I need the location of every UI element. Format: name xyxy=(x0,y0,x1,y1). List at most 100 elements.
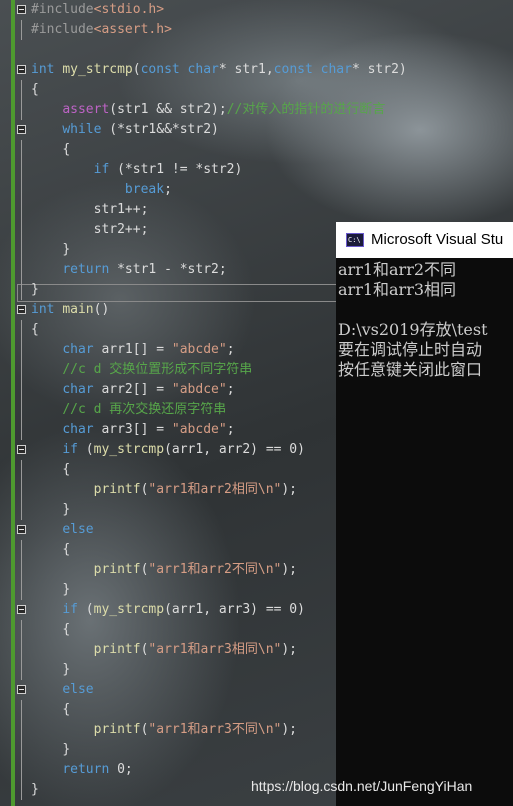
fold-guide xyxy=(21,460,22,480)
console-window[interactable]: Microsoft Visual Stu arr1和arr2不同arr1和arr… xyxy=(336,222,513,806)
code-text: } xyxy=(31,780,39,800)
code-token: * str2) xyxy=(351,62,407,77)
code-token: ); xyxy=(281,722,297,737)
code-token: } xyxy=(62,502,71,517)
code-text: char arr1[] = "abcde"; xyxy=(31,340,235,360)
code-text: } xyxy=(31,280,39,300)
fold-guide xyxy=(21,560,22,580)
code-text: if (*str1 != *str2) xyxy=(31,160,243,180)
fold-guide xyxy=(21,220,22,240)
code-line[interactable]: { xyxy=(0,80,513,100)
code-token: my_strcmp xyxy=(93,602,165,617)
code-line[interactable]: str1++; xyxy=(0,200,513,220)
code-token: arr1[] = xyxy=(93,342,172,357)
code-token: #include xyxy=(31,22,94,37)
code-text: #include<stdio.h> xyxy=(31,0,164,20)
code-token: if xyxy=(93,162,110,177)
code-token: "arr1和arr2相同\n" xyxy=(148,482,282,497)
code-token: () xyxy=(93,302,110,317)
code-token: return xyxy=(62,762,110,777)
code-token: if xyxy=(62,602,78,617)
code-line[interactable]: { xyxy=(0,140,513,160)
code-text: char arr2[] = "abdce"; xyxy=(31,380,235,400)
code-text: printf("arr1和arr3不同\n"); xyxy=(31,720,297,740)
code-token: printf xyxy=(93,482,141,497)
fold-guide xyxy=(21,400,22,420)
code-line[interactable]: #include<assert.h> xyxy=(0,20,513,40)
code-token: { xyxy=(62,622,71,637)
fold-guide xyxy=(21,720,22,740)
code-text: { xyxy=(31,80,39,100)
code-token: ); xyxy=(281,642,297,657)
code-line[interactable]: if (*str1 != *str2) xyxy=(0,160,513,180)
code-token: "abcde" xyxy=(171,342,227,357)
code-token: char xyxy=(62,382,94,397)
code-text: else xyxy=(31,680,94,700)
code-token: str1++; xyxy=(93,202,149,217)
fold-guide xyxy=(21,380,22,400)
code-text: printf("arr1和arr2不同\n"); xyxy=(31,560,297,580)
code-token: } xyxy=(62,742,71,757)
fold-guide xyxy=(21,760,22,780)
code-line[interactable]: break; xyxy=(0,180,513,200)
code-text: } xyxy=(31,660,70,680)
fold-toggle-icon[interactable] xyxy=(17,685,26,694)
fold-toggle-icon[interactable] xyxy=(17,125,26,134)
code-token: { xyxy=(62,542,71,557)
fold-guide xyxy=(21,320,22,340)
code-line[interactable]: #include<stdio.h> xyxy=(0,0,513,20)
fold-guide xyxy=(21,160,22,180)
code-token: (arr1, arr2) == 0) xyxy=(164,442,305,457)
code-token: char xyxy=(62,422,94,437)
code-token: printf xyxy=(93,562,141,577)
fold-guide xyxy=(21,240,22,260)
code-token: assert xyxy=(62,102,110,117)
code-token: { xyxy=(62,462,71,477)
code-token: ; xyxy=(226,342,235,357)
code-text: str2++; xyxy=(31,220,149,240)
code-token: //对传入的指针的进行断言 xyxy=(226,102,386,117)
code-line[interactable]: int my_strcmp(const char* str1,const cha… xyxy=(0,60,513,80)
fold-guide xyxy=(21,480,22,500)
code-text: } xyxy=(31,500,70,520)
code-token: "arr1和arr3相同\n" xyxy=(148,642,282,657)
code-line[interactable]: while (*str1&&*str2) xyxy=(0,120,513,140)
code-text: //c d 再次交换还原字符串 xyxy=(31,400,226,420)
console-output-line: 按任意键关闭此窗口 xyxy=(338,360,483,379)
code-token: * str1, xyxy=(218,62,274,77)
code-text: return 0; xyxy=(31,760,132,780)
code-token: "abcde" xyxy=(171,422,227,437)
code-token: else xyxy=(62,682,94,697)
fold-toggle-icon[interactable] xyxy=(17,305,26,314)
fold-guide xyxy=(21,180,22,200)
code-line[interactable]: assert(str1 && str2);//对传入的指针的进行断言 xyxy=(0,100,513,120)
code-text: printf("arr1和arr3相同\n"); xyxy=(31,640,297,660)
fold-guide xyxy=(21,700,22,720)
fold-guide xyxy=(21,200,22,220)
fold-toggle-icon[interactable] xyxy=(17,605,26,614)
console-app-icon xyxy=(346,233,364,247)
fold-guide xyxy=(21,360,22,380)
code-token: ); xyxy=(281,482,297,497)
code-text: { xyxy=(31,620,70,640)
code-token: ; xyxy=(226,382,235,397)
code-token: *str1 - *str2; xyxy=(109,262,227,277)
code-token: { xyxy=(62,142,71,157)
fold-guide xyxy=(21,660,22,680)
code-token: (*str1 != *str2) xyxy=(109,162,243,177)
fold-toggle-icon[interactable] xyxy=(17,445,26,454)
code-token: <stdio.h> xyxy=(93,2,165,17)
code-token: char xyxy=(62,342,94,357)
fold-toggle-icon[interactable] xyxy=(17,65,26,74)
code-text: str1++; xyxy=(31,200,149,220)
console-title-bar[interactable]: Microsoft Visual Stu xyxy=(336,222,513,258)
fold-guide xyxy=(21,580,22,600)
fold-toggle-icon[interactable] xyxy=(17,5,26,14)
code-text: { xyxy=(31,140,70,160)
code-token: (arr1, arr3) == 0) xyxy=(164,602,305,617)
code-token: #include xyxy=(31,2,94,17)
fold-toggle-icon[interactable] xyxy=(17,525,26,534)
code-text: //c d 交换位置形成不同字符串 xyxy=(31,360,252,380)
code-token: my_strcmp xyxy=(93,442,165,457)
fold-guide xyxy=(21,640,22,660)
